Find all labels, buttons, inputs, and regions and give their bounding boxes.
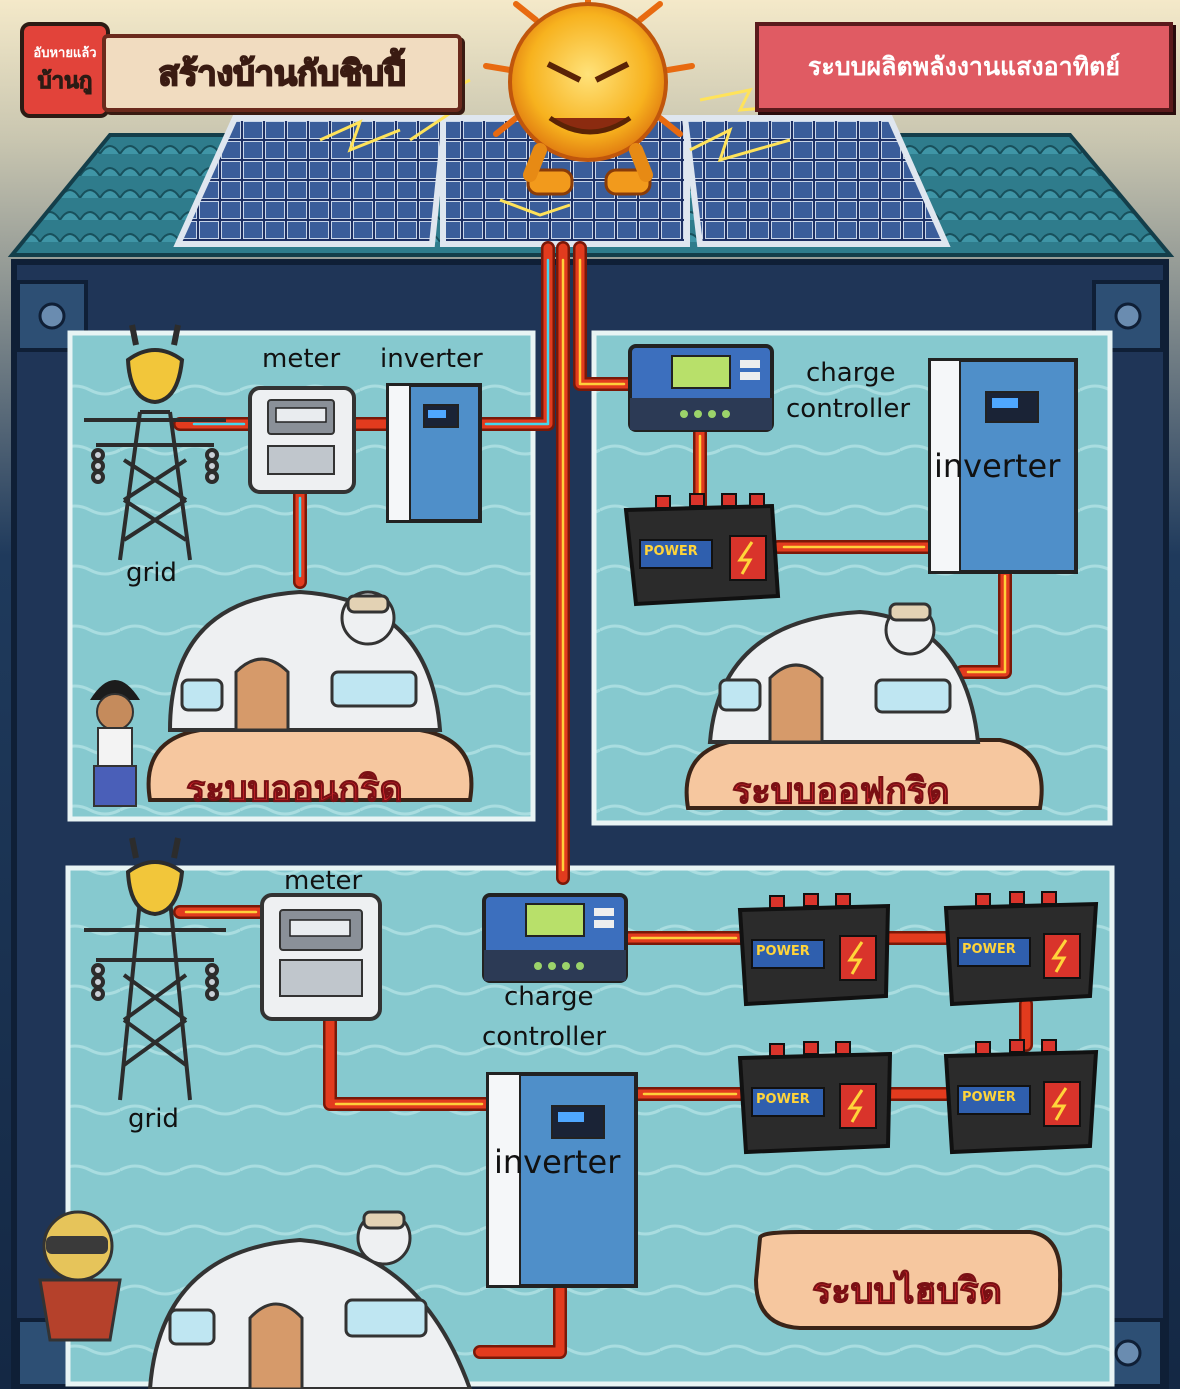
on-grid-system-name: ระบบออนกริด: [186, 769, 404, 811]
battery-label: POWER: [756, 1092, 810, 1107]
off-grid-system-name: ระบบออฟกริด: [732, 771, 951, 813]
hybrid-cc-label-1: charge: [504, 982, 594, 1012]
off-grid-cc-label-2: controller: [786, 394, 911, 424]
hybrid-grid-label: grid: [128, 1104, 179, 1134]
battery-label: POWER: [962, 1090, 1016, 1105]
battery-label: POWER: [756, 944, 810, 959]
on-grid-meter: [248, 386, 356, 494]
logo-line2: บ้านกู: [37, 69, 93, 95]
hybrid-inverter-label: inverter: [494, 1143, 621, 1181]
title-banner: สร้างบ้านกับชิบปี้: [102, 34, 462, 112]
on-grid-inverter-label: inverter: [380, 344, 483, 374]
hybrid-system-name: ระบบไฮบริด: [811, 1271, 1003, 1313]
hybrid-meter-label: meter: [284, 866, 363, 896]
hybrid-charge-controller: [482, 893, 628, 983]
character-boy: [90, 680, 140, 807]
page-subtitle: ระบบผลิตพลังงานแสงอาทิตย์: [807, 52, 1121, 81]
hybrid-meter: [260, 893, 382, 1021]
off-grid-cc-label-1: charge: [806, 358, 896, 388]
on-grid-grid-label: grid: [126, 558, 177, 588]
subtitle-banner: ระบบผลิตพลังงานแสงอาทิตย์: [755, 22, 1173, 112]
page-title: สร้างบ้านกับชิบปี้: [157, 53, 406, 95]
battery-label: POWER: [962, 942, 1016, 957]
off-grid-inverter-label: inverter: [934, 447, 1061, 485]
on-grid-inverter: [386, 383, 482, 523]
hybrid-cc-label-2: controller: [482, 1022, 607, 1052]
solar-infographic: อับหายแล้ว บ้านกู สร้างบ้านกับชิบปี้ ระบ…: [0, 0, 1180, 1389]
on-grid-meter-label: meter: [262, 344, 341, 374]
battery-label: POWER: [644, 544, 698, 559]
logo-line1: อับหายแล้ว: [33, 46, 97, 61]
brand-logo: อับหายแล้ว บ้านกู: [20, 22, 110, 118]
off-grid-charge-controller: [628, 344, 774, 432]
